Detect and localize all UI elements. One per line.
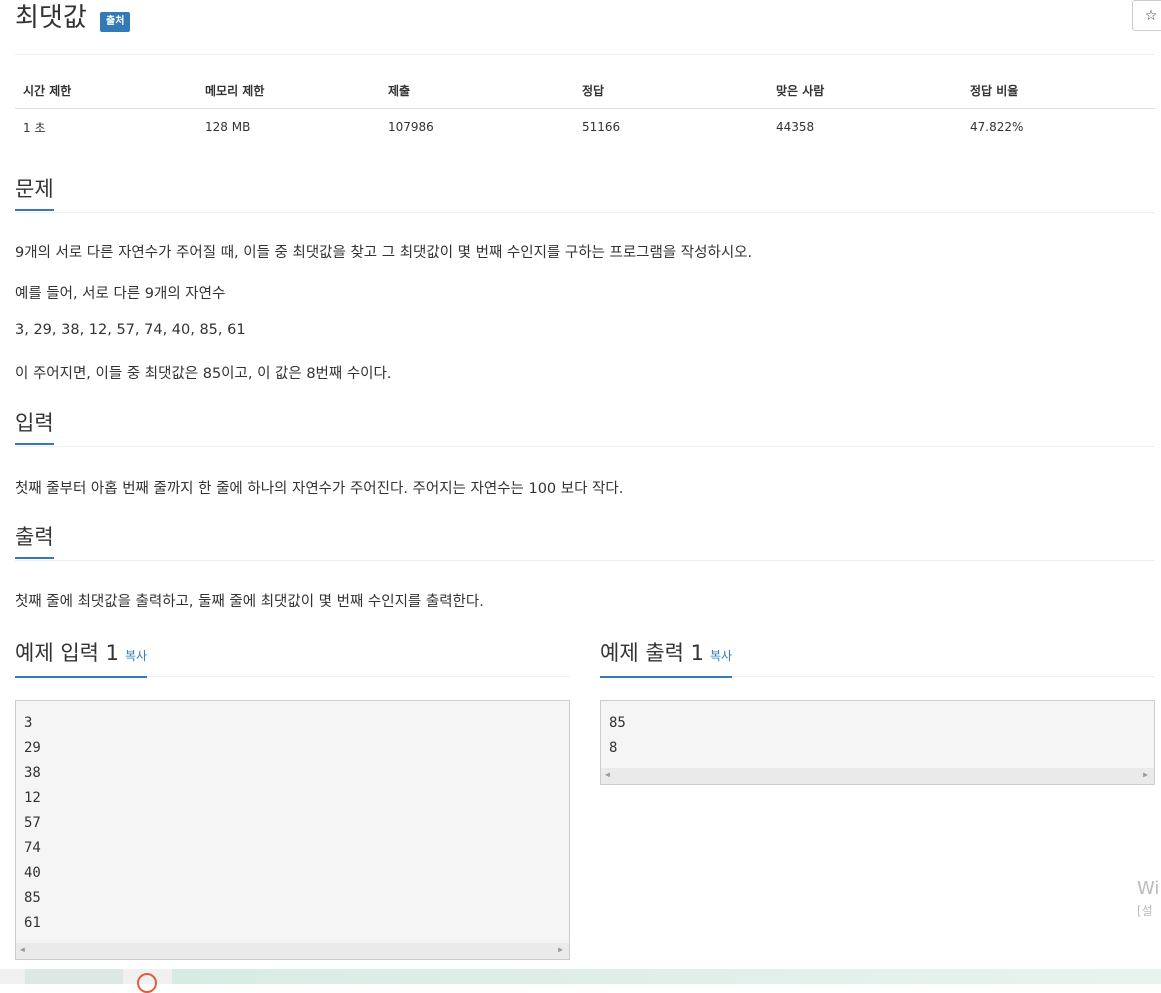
sample-input-box[interactable]: 3 29 38 12 57 74 40 85 61 ◀ ▶: [15, 700, 570, 960]
activation-watermark-sub: [설: [1137, 904, 1153, 918]
time-limit-header: 시간 제한: [15, 72, 197, 109]
scroll-right-icon[interactable]: ▶: [1143, 770, 1148, 779]
output-section: 출력: [15, 524, 1155, 561]
sample-input-line: 12: [24, 790, 41, 806]
taskbar: [0, 969, 1161, 993]
time-limit-value: 1 초: [23, 120, 46, 135]
copy-sample-output-link[interactable]: 복사: [710, 649, 732, 663]
scroll-left-icon[interactable]: ◀: [605, 770, 610, 779]
solvers-value: 44358: [776, 120, 815, 134]
problem-paragraph: 3, 29, 38, 12, 57, 74, 40, 85, 61: [15, 322, 246, 338]
problem-paragraph: 9개의 서로 다른 자연수가 주어질 때, 이들 중 최댓값을 찾고 그 최댓값…: [15, 245, 753, 261]
source-badge[interactable]: 출처: [100, 12, 131, 32]
sample-input-line: 29: [24, 740, 41, 756]
sample-output-scrollbar[interactable]: ◀ ▶: [601, 768, 1154, 784]
input-heading: 입력: [15, 410, 54, 445]
sample-output-box[interactable]: 85 8 ◀ ▶: [600, 700, 1155, 785]
output-heading: 출력: [15, 524, 54, 559]
sample-input-title: 예제 입력 1: [15, 641, 119, 665]
sample-output-section: 예제 출력 1 복사: [600, 640, 1155, 678]
sample-output-title: 예제 출력 1: [600, 641, 704, 665]
ratio-header: 정답 비율: [962, 72, 1155, 109]
sample-input-line: 85: [24, 890, 41, 906]
input-section: 입력: [15, 410, 1155, 447]
sample-input-line: 40: [24, 865, 41, 881]
sample-input-heading: 예제 입력 1 복사: [15, 640, 148, 678]
sample-input-scrollbar[interactable]: ◀ ▶: [16, 943, 569, 959]
sample-input-section: 예제 입력 1 복사: [15, 640, 570, 678]
sample-output-line: 8: [609, 740, 618, 756]
memory-limit-value: 128 MB: [205, 120, 251, 134]
info-header-row: 시간 제한 메모리 제한 제출 정답 맞은 사람 정답 비율: [15, 72, 1155, 109]
info-value-row: 1 초 128 MB 107986 51166 44358 47.822%: [15, 109, 1155, 146]
memory-limit-header: 메모리 제한: [197, 72, 380, 109]
output-description: 첫째 줄에 최댓값을 출력하고, 둘째 줄에 최댓값이 몇 번째 수인지를 출력…: [15, 594, 484, 610]
scroll-left-icon[interactable]: ◀: [20, 945, 25, 954]
accepted-header: 정답: [574, 72, 768, 109]
problem-header: 최댓값 출처 ☆: [15, 0, 1161, 55]
copy-sample-input-link[interactable]: 복사: [125, 649, 147, 663]
taskbar-item[interactable]: [25, 969, 123, 984]
sample-output-line: 85: [609, 715, 626, 731]
page-title: 최댓값: [15, 3, 87, 33]
submissions-header: 제출: [380, 72, 574, 109]
favorite-button[interactable]: ☆: [1132, 0, 1161, 31]
accepted-value: 51166: [582, 120, 621, 134]
problem-paragraph: 예를 들어, 서로 다른 9개의 자연수: [15, 286, 226, 302]
sample-input-line: 61: [24, 915, 41, 931]
problem-info-table: 시간 제한 메모리 제한 제출 정답 맞은 사람 정답 비율 1 초 128 M…: [15, 72, 1155, 145]
star-icon: ☆: [1144, 7, 1158, 24]
taskbar-item[interactable]: [172, 969, 1161, 984]
sample-input-line: 57: [24, 815, 41, 831]
scroll-right-icon[interactable]: ▶: [558, 945, 563, 954]
problem-section: 문제: [15, 176, 1155, 213]
activation-watermark: Wi: [1137, 878, 1160, 899]
input-description: 첫째 줄부터 아홉 번째 줄까지 한 줄에 하나의 자연수가 주어진다. 주어지…: [15, 481, 624, 497]
sample-input-line: 3: [24, 715, 33, 731]
sample-output-heading: 예제 출력 1 복사: [600, 640, 733, 678]
sample-input-line: 38: [24, 765, 41, 781]
sample-input-line: 74: [24, 840, 41, 856]
problem-heading: 문제: [15, 176, 54, 211]
problem-paragraph: 이 주어지면, 이들 중 최댓값은 85이고, 이 값은 8번째 수이다.: [15, 366, 392, 382]
solvers-header: 맞은 사람: [768, 72, 962, 109]
submissions-value: 107986: [388, 120, 434, 134]
app-icon[interactable]: [137, 973, 157, 993]
ratio-value: 47.822%: [970, 120, 1024, 134]
